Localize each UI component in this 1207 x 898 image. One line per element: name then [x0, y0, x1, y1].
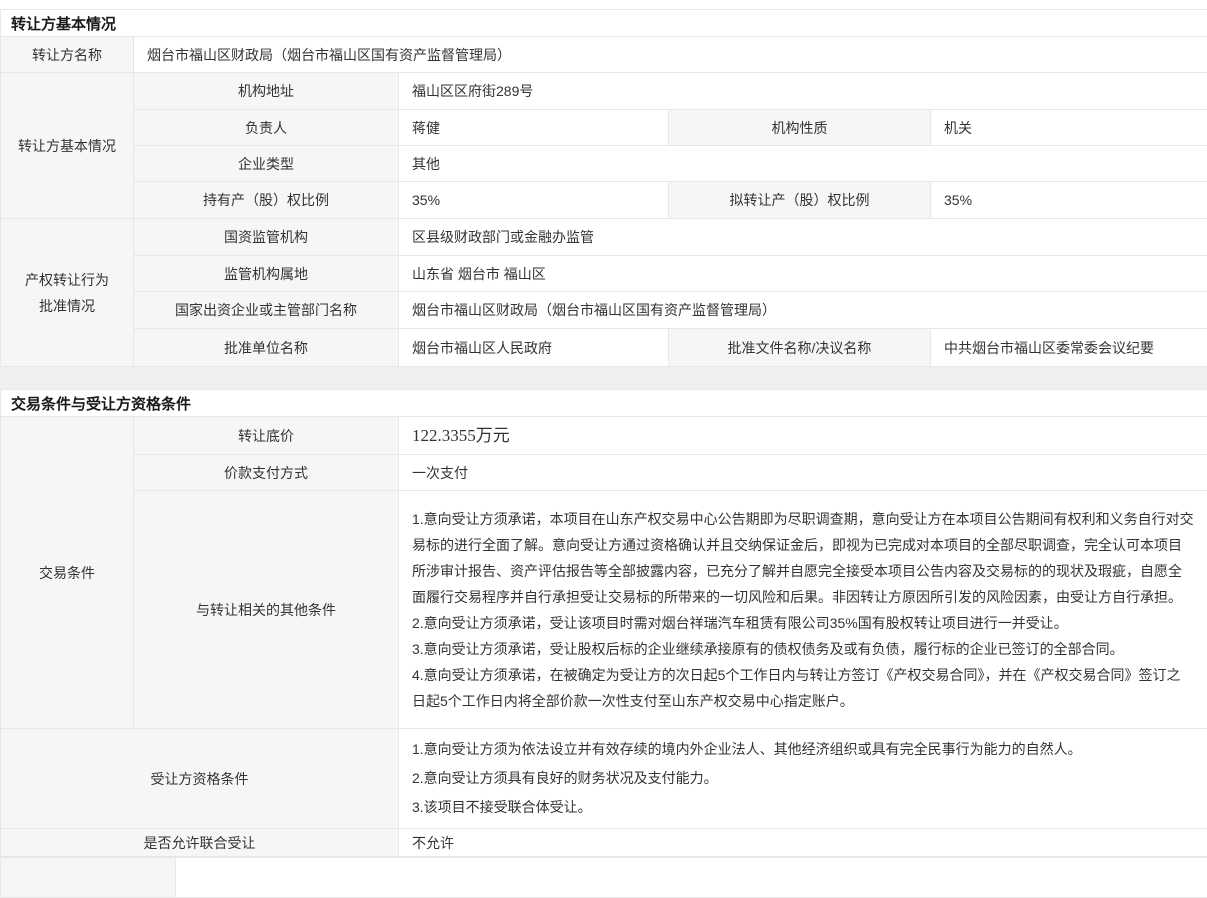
other-condition-item: 1.意向受让方须承诺，本项目在山东产权交易中心公告期即为尽职调查期，意向受让方在…: [412, 506, 1194, 610]
value-state-funded-dept: 烟台市福山区财政局（烟台市福山区国有资产监督管理局）: [399, 292, 1207, 329]
other-condition-item: 3.意向受让方须承诺，受让股权后标的企业继续承接原有的债权债务及或有负债，履行标…: [412, 636, 1194, 662]
label-transferee-qualification: 受让方资格条件: [1, 729, 399, 829]
label-joint-transfer: 是否允许联合受让: [1, 829, 399, 857]
label-principal: 负责人: [134, 110, 399, 146]
transferor-basic-info-table: 转让方基本情况 转让方名称 烟台市福山区财政局（烟台市福山区国有资产监督管理局）…: [0, 9, 1207, 367]
other-condition-item: 2.意向受让方须承诺，受让该项目时需对烟台祥瑞汽车租赁有限公司35%国有股权转让…: [412, 610, 1194, 636]
group-label-trade-conditions: 交易条件: [1, 417, 134, 729]
label-approval-doc: 批准文件名称/决议名称: [669, 329, 931, 367]
label-approval-unit: 批准单位名称: [134, 329, 399, 367]
group-label-approval-status: 产权转让行为 批准情况: [1, 219, 134, 367]
value-approval-doc: 中共烟台市福山区委常委会议纪要: [931, 329, 1207, 367]
section-title-transferor-basic-info: 转让方基本情况: [1, 10, 1207, 37]
partial-row-label-cell: [1, 858, 176, 898]
qualification-item: 2.意向受让方须具有良好的财务状况及支付能力。: [412, 764, 1194, 793]
label-floor-price: 转让底价: [134, 417, 399, 455]
value-org-address: 福山区区府街289号: [399, 73, 1207, 110]
label-payment-method: 价款支付方式: [134, 455, 399, 491]
qualification-item: 3.该项目不接受联合体受让。: [412, 793, 1194, 822]
group-label-approval-line1: 产权转让行为: [9, 267, 125, 293]
section-divider: [0, 367, 1207, 389]
label-state-funded-dept: 国家出资企业或主管部门名称: [134, 292, 399, 329]
value-joint-transfer: 不允许: [399, 829, 1207, 857]
value-state-regulator: 区县级财政部门或金融办监管: [399, 219, 1207, 256]
trade-conditions-table: 交易条件与受让方资格条件 交易条件 转让底价 122.3355万元 价款支付方式…: [0, 389, 1207, 857]
label-transfer-ratio: 拟转让产（股）权比例: [669, 182, 931, 219]
value-payment-method: 一次支付: [399, 455, 1207, 491]
label-state-regulator: 国资监管机构: [134, 219, 399, 256]
label-other-conditions: 与转让相关的其他条件: [134, 491, 399, 729]
group-label-transferor-basic: 转让方基本情况: [1, 73, 134, 219]
label-org-address: 机构地址: [134, 73, 399, 110]
qualification-item: 1.意向受让方须为依法设立并有效存续的境内外企业法人、其他经济组织或具有完全民事…: [412, 735, 1194, 764]
label-org-nature: 机构性质: [669, 110, 931, 146]
value-enterprise-type: 其他: [399, 146, 1207, 182]
value-other-conditions: 1.意向受让方须承诺，本项目在山东产权交易中心公告期即为尽职调查期，意向受让方在…: [399, 491, 1207, 729]
partial-row-value-cell: [176, 858, 1207, 898]
value-regulator-region: 山东省 烟台市 福山区: [399, 256, 1207, 292]
group-label-approval-line2: 批准情况: [9, 293, 125, 319]
value-principal: 蒋健: [399, 110, 669, 146]
section-title-trade-conditions: 交易条件与受让方资格条件: [1, 390, 1207, 417]
value-holding-ratio: 35%: [399, 182, 669, 219]
other-condition-item: 4.意向受让方须承诺，在被确定为受让方的次日起5个工作日内与转让方签订《产权交易…: [412, 662, 1194, 714]
label-enterprise-type: 企业类型: [134, 146, 399, 182]
label-holding-ratio: 持有产（股）权比例: [134, 182, 399, 219]
next-section-partial-table: [0, 857, 1207, 898]
label-regulator-region: 监管机构属地: [134, 256, 399, 292]
value-approval-unit: 烟台市福山区人民政府: [399, 329, 669, 367]
value-transferor-name: 烟台市福山区财政局（烟台市福山区国有资产监督管理局）: [134, 37, 1207, 73]
label-transferor-name: 转让方名称: [1, 37, 134, 73]
value-org-nature: 机关: [931, 110, 1207, 146]
value-transferee-qualification: 1.意向受让方须为依法设立并有效存续的境内外企业法人、其他经济组织或具有完全民事…: [399, 729, 1207, 829]
value-floor-price: 122.3355万元: [399, 417, 1207, 455]
value-transfer-ratio: 35%: [931, 182, 1207, 219]
property-transfer-detail-page: 转让方基本情况 转让方名称 烟台市福山区财政局（烟台市福山区国有资产监督管理局）…: [0, 0, 1207, 898]
